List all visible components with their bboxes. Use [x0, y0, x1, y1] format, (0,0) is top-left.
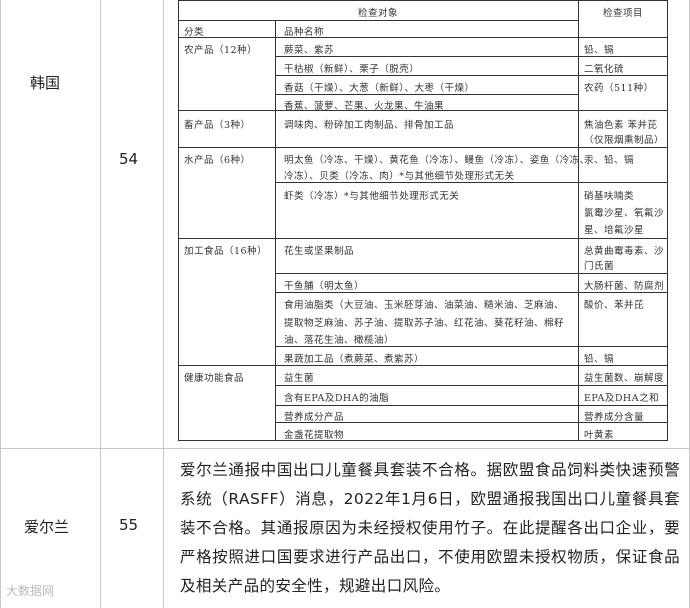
table-cell: 营养成分含量 [584, 412, 645, 423]
table-cell: 铅、镉 [584, 354, 615, 365]
table-border-left [0, 0, 1, 608]
table-cell: 明太鱼（冷冻、干燥）、黄花鱼（冷冻）、鳗鱼（冷冻）、姿鱼（冷冻、 [284, 155, 590, 166]
table-cell: 门氏菌 [584, 261, 615, 272]
table-cell: 干鱼脯（明太鱼） [284, 281, 365, 292]
embedded-inspection-table: 检查对象 检查项目 分类 品种名称 农产品（12种） 蕨菜、紫苏 铅、镉 干枯椒… [178, 0, 670, 444]
number-cell: 54 [119, 150, 139, 168]
table-cell: 星、培氟沙星 [584, 225, 645, 236]
table-cell: 食用油脂类（大豆油、玉米胚芽油、油菜油、糙米油、芝麻油、 [284, 300, 565, 311]
table-cell: 酸价、苯并芘 [584, 300, 645, 311]
header-inspection-object: 检查对象 [358, 8, 399, 19]
table-cell: 干枯椒（新鲜）、栗子（脱壳） [284, 64, 420, 75]
table-cell: 果蔬加工品（煮蕨菜、煮紫苏） [284, 354, 425, 365]
table-cell: 香蕉、菠萝、芒果、火龙果、牛油果 [284, 101, 445, 112]
table-cell: 大肠杆菌、防腐剂 [584, 281, 665, 292]
table-cell: 汞、铅、镉 [584, 155, 635, 166]
subheader-category: 分类 [184, 27, 205, 38]
notice-paragraph: 爱尔兰通报中国出口儿童餐具套装不合格。据欧盟食品饲料类快速预警系统（RASFF）… [180, 461, 680, 595]
country-cell: 爱尔兰 [24, 518, 70, 536]
table-cell: 农药（511种） [584, 83, 654, 94]
table-cell: 二氧化硫 [584, 64, 625, 75]
header-inspection-items: 检查项目 [603, 8, 644, 19]
table-cell: 花生或坚果制品 [284, 246, 355, 257]
table-cell: 益生菌数、崩解度 [584, 373, 665, 384]
subheader-variety: 品种名称 [284, 27, 325, 38]
table-cell: 油、落花生油、橄榄油） [284, 335, 395, 346]
number-cell: 55 [119, 516, 139, 534]
table-cell: 调味肉、粉碎加工肉制品、排骨加工品 [284, 120, 455, 131]
table-cell: 焦油色素 苯并芘 [584, 120, 658, 131]
table-cell: 虾类（冷冻）*与其他细节处理形式无关 [284, 191, 460, 202]
table-cell: 加工食品（16种） [184, 246, 268, 257]
table-cell: 铅、镉 [584, 45, 615, 56]
table-cell: 叶黄素 [584, 430, 615, 441]
table-cell: 健康功能食品 [184, 373, 245, 384]
country-cell: 韩国 [30, 74, 61, 92]
table-cell: （仅限烟熏制品） [584, 135, 665, 146]
table-cell: EPA及DHA之和 [584, 393, 660, 404]
column-divider-1 [100, 0, 101, 608]
row-divider [0, 448, 690, 449]
column-divider-2 [163, 0, 164, 608]
table-cell: 畜产品（3种） [184, 120, 251, 131]
table-cell: 硝基呋喃类 [584, 191, 635, 202]
watermark: 大数据网 [6, 584, 55, 598]
table-cell: 香菇（干燥）、大葱（新鲜）、大枣（干燥） [284, 83, 475, 94]
table-cell: 含有EPA及DHA的油脂 [284, 393, 390, 404]
table-cell: 营养成分产品 [284, 412, 345, 423]
table-cell: 益生菌 [284, 373, 315, 384]
table-cell: 提取物芝麻油、苏子油、提取苏子油、红花油、葵花籽油、棉籽 [284, 318, 565, 329]
table-cell: 冷冻）、贝类（冷冻、肉）*与其他细节处理形式无关 [284, 171, 515, 182]
table-cell: 蕨菜、紫苏 [284, 45, 335, 56]
table-cell: 水产品（6种） [184, 155, 251, 166]
table-cell: 金盏花提取物 [284, 430, 345, 441]
table-cell: 氯霉沙星、氧氟沙 [584, 208, 665, 219]
table-cell: 农产品（12种） [184, 45, 258, 56]
table-cell: 总黄曲霉毒素、沙 [584, 246, 665, 257]
